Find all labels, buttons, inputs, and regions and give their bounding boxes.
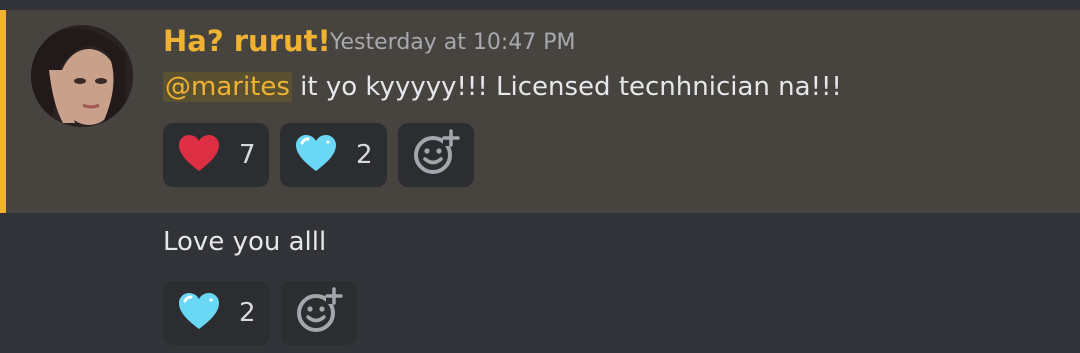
reactions-bar: 7 2: [163, 123, 474, 187]
reaction-count: 2: [356, 140, 373, 170]
add-reaction-button[interactable]: [281, 281, 357, 345]
top-spacer: [0, 0, 1080, 10]
light-blue-heart-icon: [177, 291, 221, 335]
followup-message-text: Love you alll: [163, 227, 327, 257]
add-reaction-button[interactable]: [398, 123, 474, 187]
message-text: it yo kyyyyy!!! Licensed tecnhnician na!…: [291, 72, 842, 102]
reaction-red-heart[interactable]: 7: [163, 123, 269, 187]
user-mention[interactable]: @marites: [163, 72, 292, 102]
light-blue-heart-icon: [294, 133, 338, 177]
add-reaction-icon: [412, 129, 460, 181]
reaction-count: 2: [239, 298, 256, 328]
username[interactable]: Ha? rurut!: [163, 27, 331, 56]
message-content: @marites it yo kyyyyy!!! Licensed tecnhn…: [163, 69, 842, 105]
message-group-mentioned: Ha? rurut! Yesterday at 10:47 PM @marite…: [0, 10, 1080, 213]
reaction-light-blue-heart[interactable]: 2: [280, 123, 387, 187]
reaction-light-blue-heart[interactable]: 2: [163, 281, 270, 345]
timestamp: Yesterday at 10:47 PM: [330, 30, 576, 55]
red-heart-icon: [177, 133, 221, 177]
add-reaction-icon: [295, 287, 343, 339]
followup-reactions-bar: 2: [163, 281, 357, 345]
avatar[interactable]: [31, 25, 133, 127]
mention-highlight-bar: [0, 10, 6, 213]
reaction-count: 7: [239, 140, 256, 170]
